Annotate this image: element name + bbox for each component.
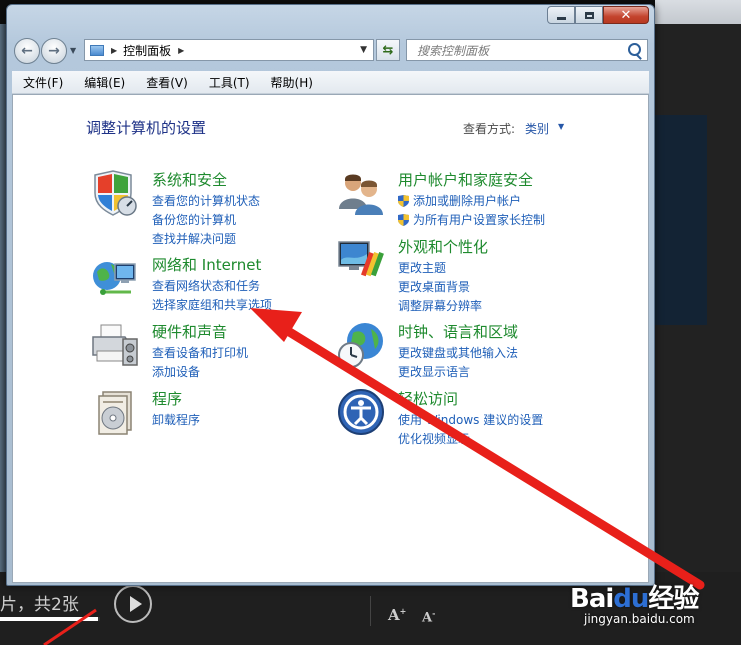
uac-shield-icon	[398, 214, 409, 226]
users-icon	[339, 174, 383, 215]
font-increase-icon[interactable]: A+	[388, 606, 406, 624]
background-window-edge	[655, 0, 741, 24]
logo-text-bai: Bai	[570, 584, 614, 614]
category-title[interactable]: 时钟、语言和区域	[398, 321, 518, 342]
logo-text-du: du	[613, 584, 649, 614]
category-title[interactable]: 系统和安全	[152, 169, 227, 190]
link-devices-printers[interactable]: 查看设备和打印机	[152, 344, 248, 361]
breadcrumb-separator-icon[interactable]: ▶	[178, 46, 184, 55]
link-change-display-language[interactable]: 更改显示语言	[398, 363, 470, 380]
printer-icon	[92, 324, 138, 366]
link-text[interactable]: 为所有用户设置家长控制	[413, 213, 545, 227]
maximize-icon	[584, 11, 594, 19]
menu-bar: 文件(F) 编辑(E) 查看(V) 工具(T) 帮助(H)	[12, 71, 649, 94]
background-image-area	[655, 115, 707, 325]
category-title[interactable]: 程序	[152, 388, 182, 409]
minimize-icon	[556, 16, 566, 20]
forward-button[interactable]: →	[41, 38, 67, 64]
link-parental-controls[interactable]: 为所有用户设置家长控制	[398, 211, 545, 228]
breadcrumb-control-panel[interactable]: 控制面板	[123, 42, 171, 59]
image-progress-bar	[0, 617, 100, 621]
category-title[interactable]: 轻松访问	[398, 388, 458, 409]
baidu-jingyan-watermark: Baidu经验 jingyan.baidu.com	[570, 578, 699, 626]
address-dropdown-icon[interactable]: ▼	[360, 45, 367, 55]
appearance-monitor-icon	[338, 241, 384, 277]
link-uninstall-program[interactable]: 卸载程序	[152, 411, 200, 428]
refresh-icon: ⇆	[382, 42, 394, 58]
recent-pages-dropdown[interactable]: ▼	[70, 46, 76, 55]
link-add-remove-users[interactable]: 添加或删除用户帐户	[398, 192, 521, 209]
link-view-network-status[interactable]: 查看网络状态和任务	[152, 277, 260, 294]
navigation-bar: ← → ▼ ▶ 控制面板 ▶ ▼ ⇆	[12, 37, 649, 65]
refresh-button[interactable]: ⇆	[376, 39, 400, 61]
window-caption-buttons: ✕	[547, 6, 649, 24]
font-decrease-icon[interactable]: A-	[422, 608, 435, 625]
category-title[interactable]: 用户帐户和家庭安全	[398, 169, 533, 190]
watermark-url: jingyan.baidu.com	[584, 612, 695, 626]
search-icon[interactable]	[628, 43, 641, 56]
maximize-button[interactable]	[575, 6, 603, 24]
link-backup-computer[interactable]: 备份您的计算机	[152, 211, 236, 228]
view-by-label: 查看方式:	[463, 122, 516, 136]
clock-globe-icon	[338, 323, 383, 368]
menu-tools[interactable]: 工具(T)	[198, 74, 260, 91]
link-adjust-resolution[interactable]: 调整屏幕分辨率	[398, 297, 482, 314]
control-panel-content: 调整计算机的设置 查看方式: 类别 ▼ 系统和安全 查看您的计算机状态 备份您的…	[12, 94, 649, 583]
link-view-computer-status[interactable]: 查看您的计算机状态	[152, 192, 260, 209]
back-button[interactable]: ←	[14, 38, 40, 64]
link-change-desktop-background[interactable]: 更改桌面背景	[398, 278, 470, 295]
control-panel-icon	[90, 44, 104, 56]
link-homegroup-sharing[interactable]: 选择家庭组和共享选项	[152, 296, 272, 313]
category-title[interactable]: 外观和个性化	[398, 236, 488, 257]
ease-of-access-icon	[338, 389, 384, 435]
programs-icon	[98, 391, 132, 435]
network-globe-icon	[93, 262, 136, 295]
uac-shield-icon	[398, 195, 409, 207]
link-recommended-settings[interactable]: 使用 Windows 建议的设置	[398, 411, 543, 428]
menu-view[interactable]: 查看(V)	[135, 74, 198, 91]
search-input[interactable]	[415, 41, 619, 61]
play-button[interactable]	[114, 585, 152, 623]
toolbar-divider	[370, 596, 371, 626]
page-title: 调整计算机的设置	[86, 119, 207, 137]
close-icon: ✕	[620, 7, 632, 23]
category-title[interactable]: 网络和 Internet	[152, 254, 261, 275]
baidu-logo: Baidu经验	[570, 578, 699, 615]
shield-icon	[94, 170, 137, 216]
link-change-theme[interactable]: 更改主题	[398, 259, 446, 276]
minimize-button[interactable]	[547, 6, 575, 24]
close-button[interactable]: ✕	[603, 6, 649, 24]
link-find-fix-problems[interactable]: 查找并解决问题	[152, 230, 236, 247]
link-optimize-visual-display[interactable]: 优化视频显示	[398, 430, 470, 447]
breadcrumb-separator-icon[interactable]: ▶	[111, 46, 117, 55]
view-by-selector[interactable]: 类别	[525, 120, 549, 137]
menu-edit[interactable]: 编辑(E)	[73, 74, 135, 91]
forward-arrow-icon: →	[48, 43, 60, 59]
image-count-caption: 片，共2张	[0, 595, 79, 615]
back-arrow-icon: ←	[21, 43, 33, 59]
control-panel-window: ✕ ← → ▼ ▶ 控制面板 ▶ ▼ ⇆ 文件(F) 编辑(E) 查看(V) 工…	[6, 4, 655, 586]
link-add-device[interactable]: 添加设备	[152, 363, 200, 380]
menu-file[interactable]: 文件(F)	[12, 74, 73, 91]
menu-help[interactable]: 帮助(H)	[260, 74, 323, 91]
link-change-keyboard[interactable]: 更改键盘或其他输入法	[398, 344, 518, 361]
address-bar[interactable]: ▶ 控制面板 ▶ ▼	[84, 39, 374, 61]
image-progress-fill	[0, 617, 98, 621]
logo-text-jingyan: 经验	[648, 584, 699, 614]
search-box[interactable]	[406, 39, 648, 61]
category-title[interactable]: 硬件和声音	[152, 321, 227, 342]
view-by-dropdown-icon[interactable]: ▼	[558, 122, 564, 131]
link-text[interactable]: 添加或删除用户帐户	[413, 194, 521, 208]
